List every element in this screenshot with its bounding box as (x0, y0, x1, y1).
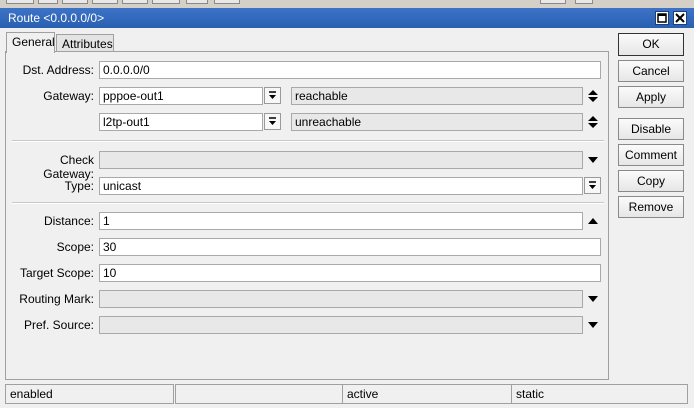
pref-source-dropdown-icon[interactable] (586, 316, 600, 334)
toolbar-stub (214, 0, 240, 4)
check-gateway-select[interactable] (99, 151, 583, 169)
gateway-1-status: reachable (291, 87, 583, 105)
toolbar-stub (38, 0, 58, 4)
check-gateway-label: Check Gateway: (43, 153, 94, 181)
target-scope-label: Target Scope: (19, 266, 94, 280)
tab-attributes[interactable]: Attributes (56, 34, 114, 52)
distance-input[interactable]: 1 (99, 212, 583, 230)
type-dropdown-icon[interactable] (584, 177, 601, 194)
status-empty (175, 384, 343, 404)
toolbar-stub (575, 0, 593, 4)
gateway-2-status: unreachable (291, 113, 583, 131)
maximize-icon[interactable] (655, 11, 669, 25)
gateway-1-updown-icon[interactable] (586, 87, 600, 105)
scope-input[interactable]: 30 (99, 238, 601, 256)
apply-button[interactable]: Apply (618, 86, 684, 108)
scope-label: Scope: (56, 240, 94, 254)
gateway-1-dropdown-icon[interactable] (264, 87, 281, 104)
section-divider (12, 202, 604, 204)
toolbar-stub (152, 0, 180, 4)
comment-button[interactable]: Comment (618, 144, 684, 166)
gateway-2-updown-icon[interactable] (586, 113, 600, 131)
remove-button[interactable]: Remove (618, 196, 684, 218)
toolbar-stub (540, 0, 566, 4)
distance-label: Distance: (43, 214, 94, 228)
status-static: static (511, 384, 688, 404)
dst-address-input[interactable]: 0.0.0.0/0 (99, 61, 601, 79)
ok-button[interactable]: OK (618, 33, 684, 56)
gateway-label: Gateway: (43, 89, 94, 103)
pref-source-select[interactable] (99, 316, 583, 334)
pref-source-label: Pref. Source: (23, 318, 94, 332)
copy-button[interactable]: Copy (618, 170, 684, 192)
disable-button[interactable]: Disable (618, 118, 684, 140)
dst-address-label: Dst. Address: (22, 63, 94, 77)
window-titlebar[interactable]: Route <0.0.0.0/0> (0, 8, 694, 28)
toolbar-stub (6, 0, 34, 4)
cancel-button[interactable]: Cancel (618, 60, 684, 82)
check-gateway-dropdown-icon[interactable] (586, 151, 600, 169)
route-dialog: General Attributes Dst. Address: 0.0.0.0… (0, 28, 694, 408)
toolbar-stub (122, 0, 148, 4)
target-scope-input[interactable]: 10 (99, 264, 601, 282)
routing-mark-label: Routing Mark: (19, 292, 94, 306)
routing-mark-dropdown-icon[interactable] (586, 290, 600, 308)
status-active: active (342, 384, 512, 404)
gateway-input-2[interactable]: l2tp-out1 (99, 113, 263, 131)
toolbar-stub (186, 0, 208, 4)
section-divider (12, 140, 604, 142)
gateway-input-1[interactable]: pppoe-out1 (99, 87, 263, 105)
tab-general[interactable]: General (6, 32, 55, 53)
status-enabled: enabled (5, 384, 174, 404)
window-title: Route <0.0.0.0/0> (8, 11, 105, 25)
background-window-toolbar (0, 0, 694, 8)
toolbar-stub (62, 0, 88, 4)
type-label: Type: (64, 179, 94, 193)
routing-mark-select[interactable] (99, 290, 583, 308)
gateway-2-dropdown-icon[interactable] (264, 113, 281, 130)
status-bar: enabled active static (0, 384, 694, 408)
type-select[interactable]: unicast (99, 177, 583, 195)
distance-collapse-icon[interactable] (586, 212, 600, 230)
general-panel: Dst. Address: 0.0.0.0/0 Gateway: pppoe-o… (5, 51, 609, 380)
close-icon[interactable] (673, 11, 687, 25)
toolbar-stub (92, 0, 118, 4)
